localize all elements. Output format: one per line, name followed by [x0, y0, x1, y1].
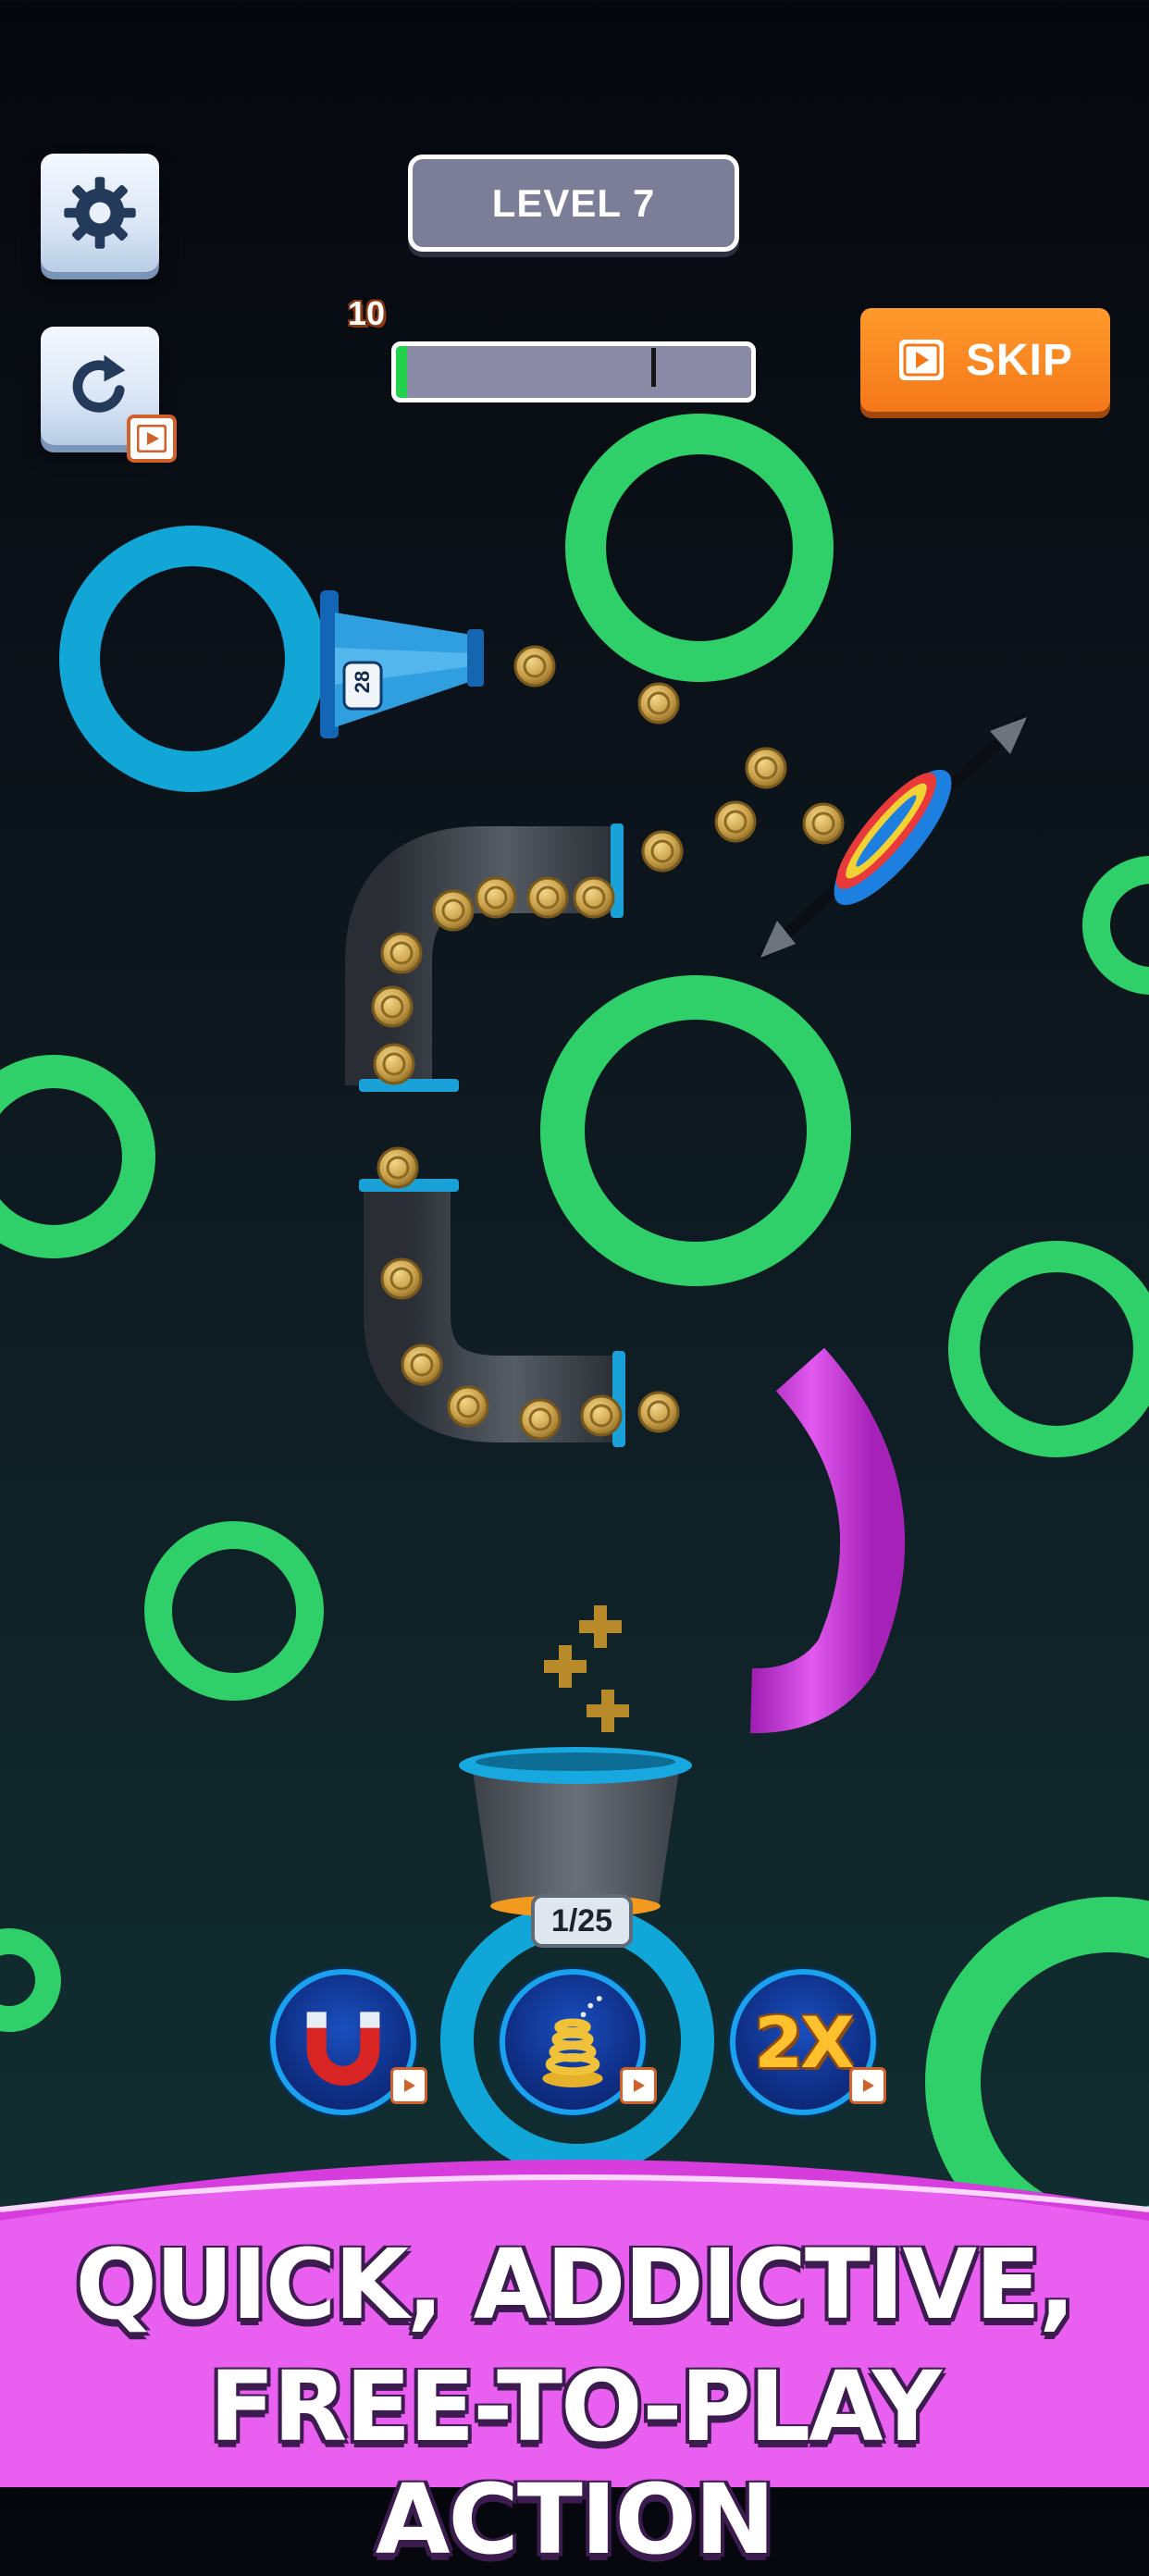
- score-counter: 10: [348, 294, 386, 332]
- skip-label: SKIP: [965, 335, 1074, 385]
- green-ring: [948, 1241, 1149, 1457]
- restart-icon: [72, 354, 126, 413]
- cannon-ammo-count: 28: [351, 670, 374, 694]
- coin: [475, 876, 517, 919]
- coin: [745, 747, 787, 789]
- video-ad-badge: [849, 2067, 886, 2104]
- video-icon: [898, 340, 944, 380]
- video-ad-badge: [390, 2067, 427, 2104]
- coin: [519, 1398, 562, 1441]
- green-ring: [0, 1928, 61, 2032]
- coin: [637, 1391, 680, 1433]
- spring-icon: [542, 1996, 603, 2087]
- coin: [380, 1257, 423, 1300]
- video-icon: [863, 2079, 874, 2092]
- coin: [401, 1344, 443, 1386]
- coin: [371, 985, 414, 1028]
- video-ad-badge: [127, 415, 177, 463]
- level-label: LEVEL 7: [491, 180, 656, 225]
- purple-pipe[interactable]: [749, 1347, 906, 1734]
- coin: [641, 830, 684, 873]
- coin: [380, 932, 423, 974]
- video-ad-badge: [620, 2067, 657, 2104]
- green-ring: [565, 414, 834, 682]
- cup-counter: 1/25: [531, 1894, 633, 1948]
- coin: [526, 876, 569, 919]
- coin: [432, 889, 475, 932]
- coin: [377, 1146, 419, 1189]
- coin: [573, 876, 615, 919]
- coin: [447, 1385, 489, 1428]
- coin: [637, 682, 680, 724]
- level-progress-bar: [391, 341, 756, 402]
- coin-cannon[interactable]: [320, 590, 484, 738]
- green-ring: [144, 1521, 324, 1701]
- promo-headline-line2: FREE-TO-PLAY ACTION: [209, 2350, 942, 2576]
- promo-headline-line1: QUICK, ADDICTIVE,: [75, 2228, 1075, 2341]
- video-icon: [137, 425, 167, 452]
- coin: [714, 800, 757, 843]
- plus-sparkles: [544, 1605, 629, 1732]
- video-icon: [404, 2079, 415, 2092]
- blue-ring: [59, 526, 326, 792]
- coin: [580, 1394, 623, 1437]
- green-ring: [1082, 856, 1149, 995]
- video-icon: [634, 2079, 645, 2092]
- coin: [802, 802, 845, 845]
- level-indicator: LEVEL 7: [408, 155, 739, 252]
- 2x-icon: 2X: [754, 2000, 854, 2084]
- cup-counter-text: 1/25: [550, 1902, 613, 1938]
- green-ring: [540, 975, 851, 1286]
- skip-button[interactable]: SKIP: [860, 308, 1110, 412]
- coin: [513, 645, 556, 687]
- coin: [373, 1043, 415, 1085]
- gear-icon: [64, 177, 136, 249]
- green-ring: [0, 1055, 155, 1258]
- progress-target-marker: [651, 348, 657, 387]
- settings-button[interactable]: [41, 154, 159, 272]
- magnet-icon: [306, 2012, 380, 2086]
- rotating-paddle[interactable]: [756, 712, 1032, 962]
- progress-fill: [396, 346, 407, 398]
